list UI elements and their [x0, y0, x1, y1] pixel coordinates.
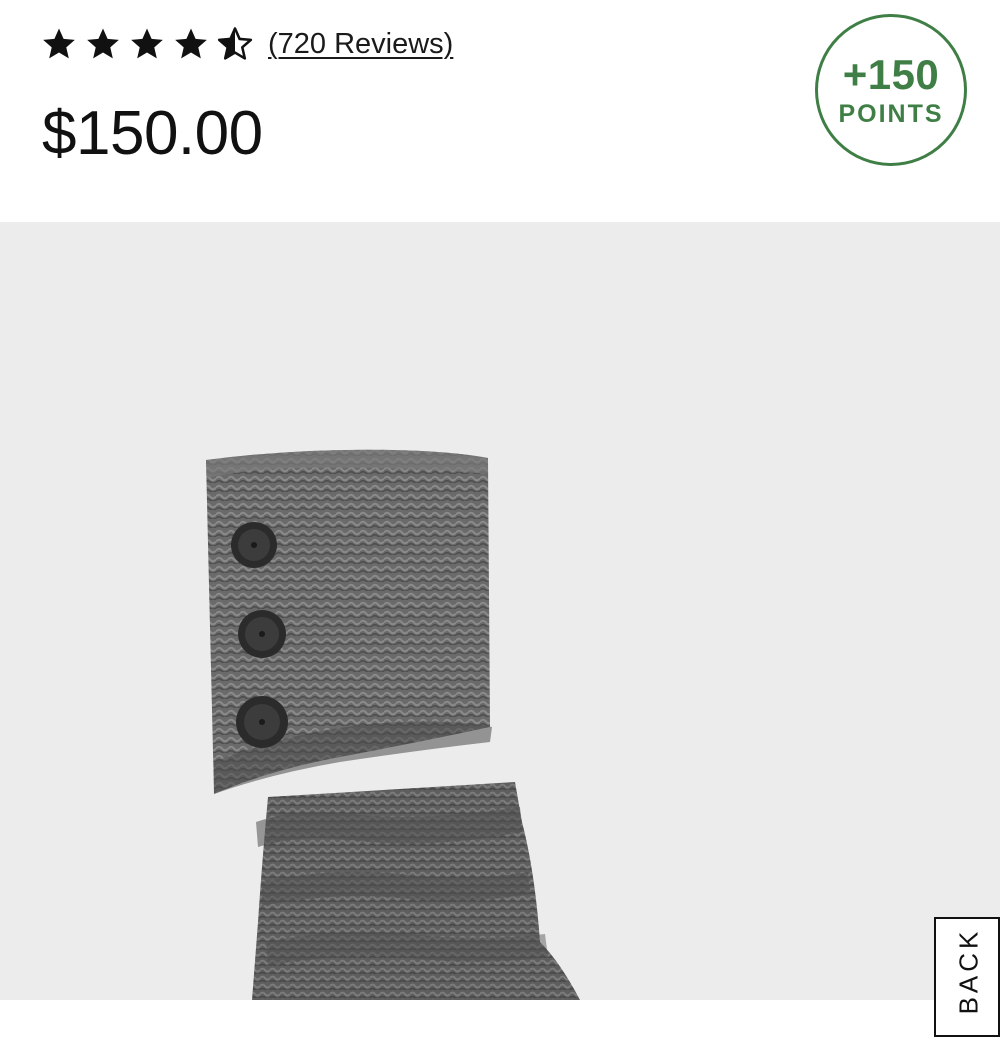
star-icon — [128, 25, 166, 63]
star-rating — [40, 25, 254, 63]
rating-row: (720 Reviews) — [40, 22, 453, 66]
star-icon — [84, 25, 122, 63]
points-badge: +150 POINTS — [815, 14, 967, 166]
reviews-link[interactable]: (720 Reviews) — [268, 28, 453, 61]
star-icon — [40, 25, 78, 63]
points-label: POINTS — [838, 99, 944, 128]
knit-boot-image — [206, 449, 580, 1000]
product-price: $150.00 — [42, 99, 263, 168]
product-header: (720 Reviews) $150.00 +150 POINTS — [0, 0, 1000, 222]
side-tab[interactable]: BACK — [934, 917, 1000, 1037]
points-value: +150 — [842, 50, 940, 98]
product-image[interactable] — [0, 222, 1000, 1000]
star-half-icon — [216, 25, 254, 63]
side-tab-label: BACK — [953, 927, 984, 1015]
star-icon — [172, 25, 210, 63]
